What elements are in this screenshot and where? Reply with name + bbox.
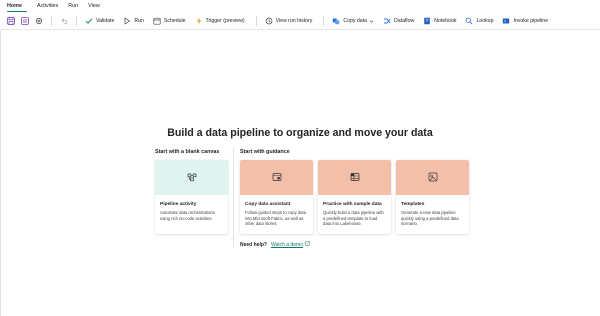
tab-run[interactable]: Run [63, 0, 83, 13]
left-panel-edge [0, 31, 1, 316]
trigger-button[interactable]: Trigger (preview) [192, 15, 248, 28]
card-description: Generate a new data pipeline quickly usi… [401, 210, 459, 227]
notebook-label: Notebook [434, 18, 457, 24]
pipeline-activity-icon [187, 169, 197, 187]
card-title: Pipeline activity [160, 202, 197, 207]
history-icon [265, 17, 273, 25]
validate-label: Validate [96, 18, 115, 24]
toolbar-divider [51, 16, 52, 26]
card-description: Follow guided steps to copy data into Mi… [245, 210, 306, 227]
schedule-label: Schedule [163, 18, 186, 24]
toolbar-divider [323, 16, 325, 26]
card-description: Quickly build a data pipeline with a pre… [323, 210, 384, 227]
calendar-icon [153, 17, 161, 25]
card-title: Templates [401, 202, 425, 207]
tab-home[interactable]: Home [7, 0, 27, 13]
checkmark-icon [85, 17, 93, 25]
help-question: Need help? [240, 241, 267, 248]
toolbar-divider [76, 16, 77, 26]
help-row: Need help? Watch a demo [240, 241, 310, 248]
chevron-down-icon [369, 19, 374, 24]
dataflow-button[interactable]: Dataflow [380, 15, 417, 28]
pipeline-activity-card[interactable]: Pipeline activity Automate data orchestr… [155, 160, 228, 234]
validate-button[interactable]: Validate [82, 15, 117, 28]
run-label: Run [134, 18, 144, 24]
lookup-button[interactable]: Lookup [462, 15, 496, 28]
copy-data-assistant-icon [272, 169, 282, 187]
save-icon[interactable] [6, 16, 16, 26]
card-banner [318, 160, 391, 195]
notebook-button[interactable]: Notebook [420, 15, 459, 28]
save-as-template-icon[interactable] [20, 16, 30, 26]
run-button[interactable]: Run [120, 15, 147, 28]
copy-data-assistant-card[interactable]: Copy data assistant Follow guided steps … [240, 160, 313, 234]
card-description: Automate data orchestrations using rich … [160, 210, 215, 221]
watch-demo-label: Watch a demo [270, 241, 304, 248]
invoke-pipeline-button[interactable]: Invoke pipeline [499, 15, 551, 28]
tab-view[interactable]: View [83, 0, 105, 13]
copy-data-button[interactable]: Copy data [329, 15, 377, 28]
play-icon [123, 17, 131, 25]
templates-icon [428, 169, 438, 187]
watch-demo-link[interactable]: Watch a demo [271, 241, 310, 248]
page-title: Build a data pipeline to organize and mo… [167, 127, 433, 139]
open-external-icon [303, 241, 310, 248]
practice-sample-data-card[interactable]: Practice with sample data Quickly build … [318, 160, 391, 234]
card-banner [155, 160, 228, 195]
section-divider [233, 148, 234, 248]
dataflow-icon [383, 17, 391, 25]
lightning-icon [195, 17, 203, 25]
invoke-pipeline-icon [502, 17, 510, 25]
card-title: Practice with sample data [323, 202, 382, 207]
toolbar: Validate Run Schedule Trigger (preview) … [0, 13, 600, 30]
lookup-label: Lookup [476, 18, 494, 24]
settings-icon[interactable] [34, 16, 44, 26]
templates-card[interactable]: Templates Generate a new data pipeline q… [396, 160, 469, 234]
copy-data-label: Copy data [343, 18, 368, 24]
blank-canvas-heading: Start with a blank canvas [155, 149, 220, 155]
undo-icon[interactable] [59, 16, 69, 26]
card-banner [240, 160, 313, 195]
lookup-icon [465, 17, 473, 25]
dataflow-label: Dataflow [394, 18, 415, 24]
notebook-icon [423, 17, 431, 25]
copy-data-icon [332, 17, 340, 25]
view-run-history-label: View run history [275, 18, 313, 24]
menu-bar: Home Activities Run View [0, 0, 600, 13]
trigger-label: Trigger (preview) [205, 18, 245, 24]
card-title: Copy data assistant [245, 202, 291, 207]
view-run-history-button[interactable]: View run history [262, 15, 316, 28]
tab-activities[interactable]: Activities [32, 0, 63, 13]
schedule-button[interactable]: Schedule [150, 15, 189, 28]
card-banner [396, 160, 469, 195]
sample-data-icon [350, 169, 360, 187]
toolbar-divider [255, 16, 257, 26]
guidance-heading: Start with guidance [240, 149, 290, 155]
invoke-pipeline-label: Invoke pipeline [513, 18, 549, 24]
